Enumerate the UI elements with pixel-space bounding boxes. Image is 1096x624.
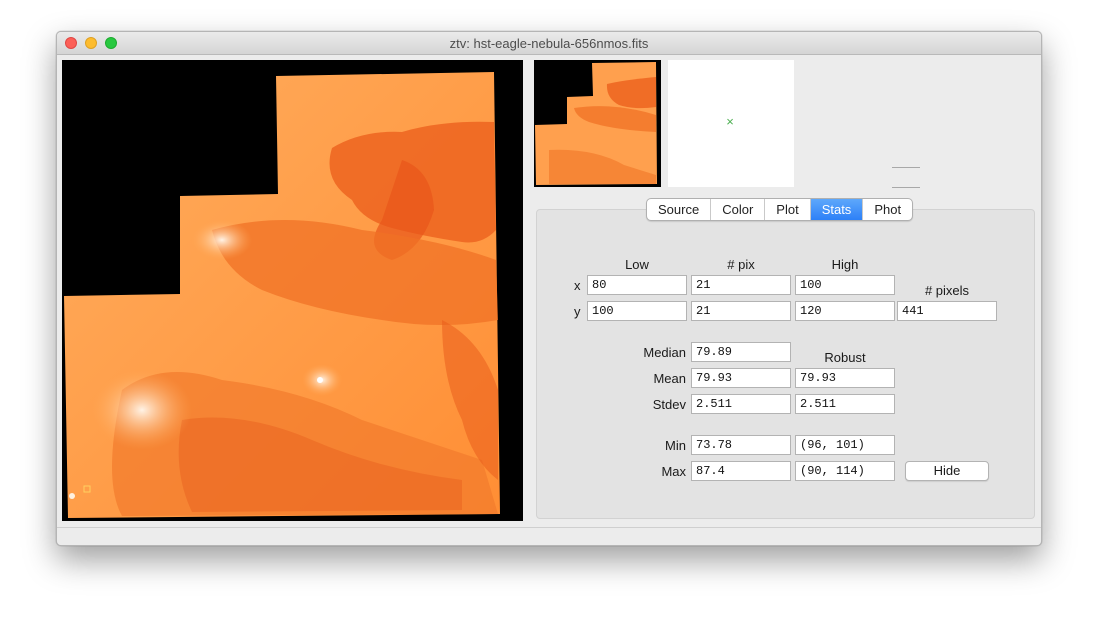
pan-thumbnail[interactable] <box>534 60 661 187</box>
tab-phot[interactable]: Phot <box>863 199 912 220</box>
min-position-field[interactable]: (96, 101) <box>795 435 895 455</box>
tab-color[interactable]: Color <box>711 199 766 220</box>
nebula-image[interactable] <box>62 60 523 521</box>
loupe-view: × <box>668 60 794 187</box>
min-label: Min <box>665 438 686 453</box>
tab-stats[interactable]: Stats <box>810 199 864 220</box>
column-header-npixels: # pixels <box>924 283 970 298</box>
max-field[interactable]: 87.4 <box>691 461 791 481</box>
main-image-display[interactable] <box>62 60 523 521</box>
pan-thumbnail-image[interactable] <box>534 60 661 187</box>
tab-source[interactable]: Source <box>647 199 712 220</box>
status-bar <box>57 527 1041 545</box>
max-label: Max <box>661 464 686 479</box>
y-high-field[interactable]: 120 <box>795 301 895 321</box>
min-field[interactable]: 73.78 <box>691 435 791 455</box>
mean-field[interactable]: 79.93 <box>691 368 791 388</box>
column-header-high: High <box>831 257 859 272</box>
tab-bar: Source Color Plot Stats Phot <box>646 198 914 221</box>
npixels-field[interactable]: 441 <box>897 301 997 321</box>
x-npix-field[interactable]: 21 <box>691 275 791 295</box>
divider-line <box>892 187 920 188</box>
x-high-field[interactable]: 100 <box>795 275 895 295</box>
stdev-robust-field[interactable]: 2.511 <box>795 394 895 414</box>
mean-robust-field[interactable]: 79.93 <box>795 368 895 388</box>
divider-line <box>892 167 920 168</box>
title-bar: ztv: hst-eagle-nebula-656nmos.fits <box>57 32 1041 55</box>
x-marker-icon: × <box>726 114 734 129</box>
median-field[interactable]: 79.89 <box>691 342 791 362</box>
tab-plot[interactable]: Plot <box>765 199 811 220</box>
x-row-label: x <box>574 278 581 293</box>
y-row-label: y <box>574 304 581 319</box>
median-label: Median <box>643 345 686 360</box>
mean-label: Mean <box>653 371 686 386</box>
stdev-label: Stdev <box>652 397 686 412</box>
app-window: ztv: hst-eagle-nebula-656nmos.fits × Sou… <box>56 31 1042 546</box>
column-header-low: Low <box>625 257 649 272</box>
window-title: ztv: hst-eagle-nebula-656nmos.fits <box>449 36 649 51</box>
column-header-npix: # pix <box>727 257 755 272</box>
stdev-field[interactable]: 2.511 <box>691 394 791 414</box>
y-npix-field[interactable]: 21 <box>691 301 791 321</box>
x-low-field[interactable]: 80 <box>587 275 687 295</box>
y-low-field[interactable]: 100 <box>587 301 687 321</box>
hide-button[interactable]: Hide <box>905 461 989 481</box>
max-position-field[interactable]: (90, 114) <box>795 461 895 481</box>
robust-header: Robust <box>824 350 866 365</box>
